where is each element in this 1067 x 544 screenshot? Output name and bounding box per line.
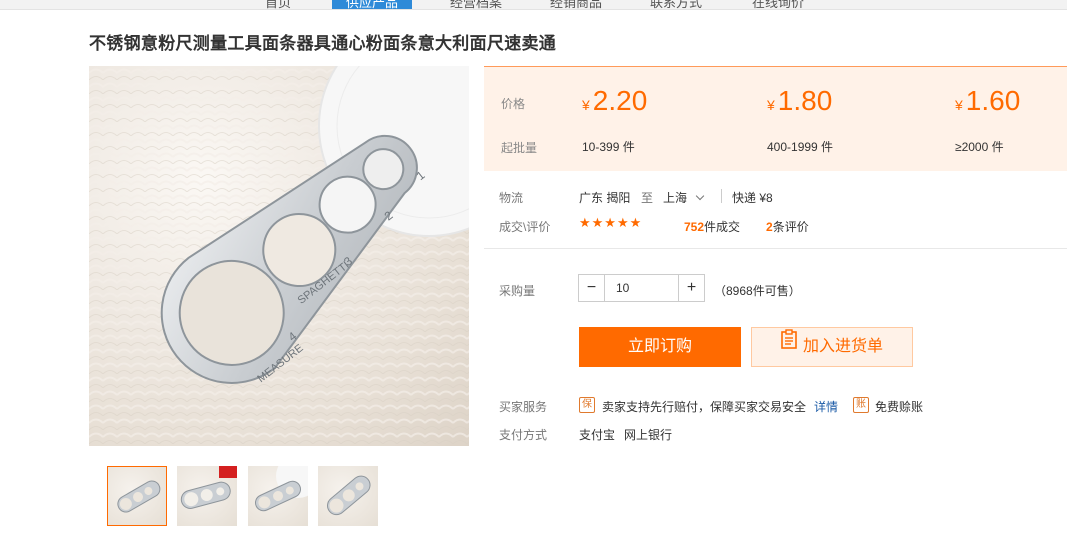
price-box: 价格 起批量 ¥2.20 ¥1.80 ¥1.60 10-399 件 400-19…	[484, 66, 1067, 171]
batch-label: 起批量	[501, 141, 538, 155]
buy-now-button[interactable]: 立即订购	[579, 327, 741, 367]
available-stock: （8968件可售）	[714, 284, 801, 298]
thumbnail-4[interactable]	[318, 466, 378, 526]
ship-to-select[interactable]: 上海	[663, 189, 705, 206]
nav-item-archive[interactable]: 经营档案	[450, 0, 502, 9]
services-label: 买家服务	[499, 400, 548, 414]
credit-icon: 账	[853, 397, 869, 413]
ship-to-word: 至	[641, 191, 654, 205]
deals-label: 成交\评价	[499, 220, 551, 234]
price-tier-1: ¥2.20	[582, 85, 648, 116]
chevron-down-icon	[695, 191, 705, 201]
nav-item-inquiry[interactable]: 在线询价	[752, 0, 804, 9]
free-credit-text: 免费赊账	[875, 400, 924, 414]
sold-count: 752件成交	[684, 220, 741, 234]
qty-tier-3: ≥2000 件	[955, 140, 1004, 154]
ship-from: 广东 揭阳	[579, 191, 631, 205]
payment-alipay: 支付宝	[579, 428, 616, 442]
purchase-label: 采购量	[499, 284, 536, 298]
qty-tier-1: 10-399 件	[582, 140, 635, 154]
add-to-cart-button[interactable]: 加入进货单	[751, 327, 913, 367]
logistics-label: 物流	[499, 191, 524, 205]
quantity-input[interactable]	[606, 275, 678, 301]
divider	[721, 189, 722, 203]
qty-tier-2: 400-1999 件	[767, 140, 834, 154]
divider	[484, 248, 1067, 249]
spaghetti-measure-illustration: SPAGHETTI MEASURE 1 2 3 4	[89, 66, 469, 446]
shield-guarantee-icon: 保	[579, 397, 595, 413]
price-tier-3: ¥1.60	[955, 85, 1021, 116]
details-link[interactable]: 详情	[814, 398, 838, 415]
price-label: 价格	[501, 97, 526, 111]
product-title: 不锈钢意粉尺测量工具面条器具通心粉面条意大利面尺速卖通	[89, 34, 557, 53]
increase-button[interactable]: +	[678, 275, 704, 301]
decrease-button[interactable]: −	[579, 275, 605, 301]
nav-item-products[interactable]: 供应产品	[332, 0, 413, 9]
clipboard-icon	[781, 326, 797, 364]
guarantee-text: 卖家支持先行赔付，保障买家交易安全	[602, 400, 807, 414]
nav-item-home[interactable]: 首页	[265, 0, 291, 9]
thumbnail-2[interactable]	[177, 466, 237, 526]
quantity-stepper: − +	[578, 274, 705, 302]
review-count[interactable]: 2条评价	[766, 218, 809, 235]
nav-item-contact[interactable]: 联系方式	[650, 0, 702, 9]
nav-item-goods[interactable]: 经销商品	[550, 0, 602, 9]
thumbnail-3[interactable]	[248, 466, 308, 526]
main-product-image[interactable]: SPAGHETTI MEASURE 1 2 3 4	[89, 66, 469, 446]
price-tier-2: ¥1.80	[767, 85, 833, 116]
express-fee: 快递 ¥8	[732, 191, 773, 205]
payment-label: 支付方式	[499, 428, 548, 442]
payment-online-bank: 网上银行	[624, 428, 673, 442]
top-nav: 首页 供应产品 经营档案 经销商品 联系方式 在线询价	[0, 0, 1067, 10]
thumbnail-1[interactable]	[107, 466, 167, 526]
rating-stars: ★★★★★	[579, 215, 643, 230]
